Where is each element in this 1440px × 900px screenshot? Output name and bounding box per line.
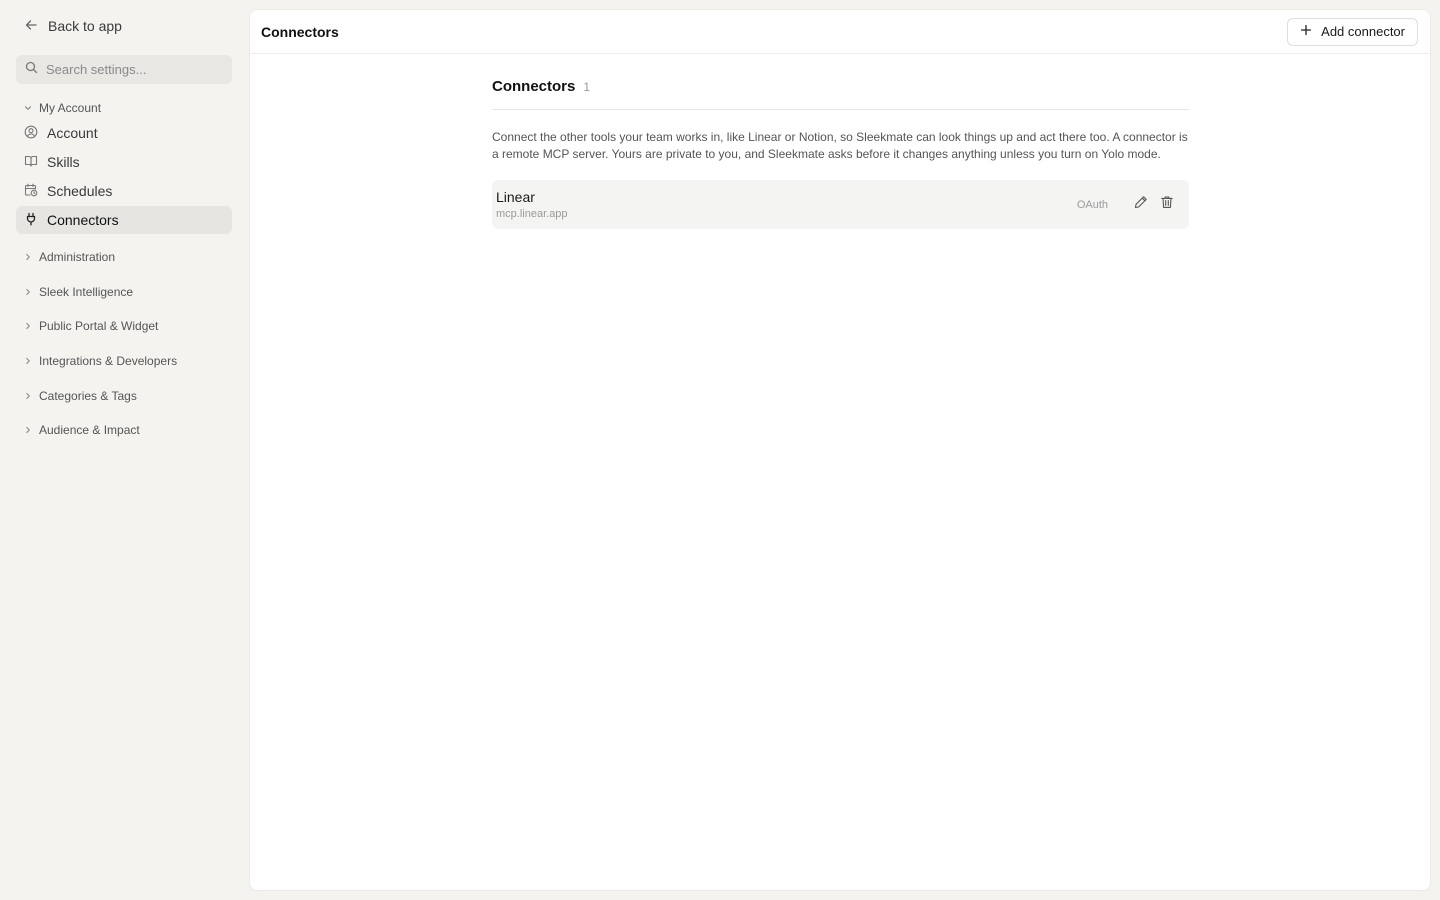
chevron-right-icon xyxy=(24,423,32,437)
top-bar: Connectors Add connector xyxy=(250,10,1430,54)
chevron-right-icon xyxy=(24,285,32,299)
trash-icon xyxy=(1160,195,1174,214)
sidebar-item-label: Connectors xyxy=(47,212,119,228)
section-label: Integrations & Developers xyxy=(39,354,178,369)
chevron-down-icon xyxy=(24,101,32,115)
back-to-app-link[interactable]: Back to app xyxy=(24,16,122,36)
section-administration[interactable]: Administration xyxy=(16,240,232,275)
chevron-right-icon xyxy=(24,250,32,264)
section-title: Connectors xyxy=(492,78,576,95)
section-header: Connectors 1 xyxy=(492,78,1189,110)
book-icon xyxy=(24,154,38,171)
arrow-left-icon xyxy=(24,18,38,35)
settings-sidebar: Back to app My Account xyxy=(0,0,248,900)
section-audience-impact[interactable]: Audience & Impact xyxy=(16,413,232,448)
sidebar-item-label: Schedules xyxy=(47,183,113,199)
section-sleek-intelligence[interactable]: Sleek Intelligence xyxy=(16,275,232,310)
section-my-account[interactable]: My Account xyxy=(16,96,232,119)
settings-nav: My Account Account Skills Schedules Conn… xyxy=(16,96,232,448)
sidebar-item-account[interactable]: Account xyxy=(16,119,232,147)
connector-info: Linear mcp.linear.app xyxy=(496,189,568,221)
plug-icon xyxy=(24,212,38,229)
section-categories-tags[interactable]: Categories & Tags xyxy=(16,378,232,413)
sidebar-item-schedules[interactable]: Schedules xyxy=(16,177,232,205)
section-public-portal-widget[interactable]: Public Portal & Widget xyxy=(16,309,232,344)
add-connector-button[interactable]: Add connector xyxy=(1287,17,1418,46)
chevron-right-icon xyxy=(24,389,32,403)
section-label: My Account xyxy=(39,100,102,115)
main-panel: Connectors Add connector Connectors 1 Co… xyxy=(249,9,1431,891)
section-integrations-developers[interactable]: Integrations & Developers xyxy=(16,344,232,379)
connector-name: Linear xyxy=(496,188,535,205)
connectors-section: Connectors 1 Connect the other tools you… xyxy=(492,78,1189,229)
search-input[interactable] xyxy=(46,62,223,77)
delete-connector-button[interactable] xyxy=(1159,195,1175,214)
plus-icon xyxy=(1300,24,1312,39)
sidebar-item-connectors[interactable]: Connectors xyxy=(16,206,232,234)
connector-count: 1 xyxy=(583,80,591,94)
settings-search[interactable] xyxy=(16,55,232,84)
sidebar-item-label: Account xyxy=(47,125,98,141)
page-title: Connectors xyxy=(261,23,339,40)
section-label: Administration xyxy=(39,250,116,265)
add-connector-label: Add connector xyxy=(1321,24,1405,39)
collapsed-sections: Administration Sleek Intelligence Public… xyxy=(16,240,232,448)
section-description: Connect the other tools your team works … xyxy=(492,130,1188,161)
sidebar-item-label: Skills xyxy=(47,154,80,170)
back-to-app-label: Back to app xyxy=(48,18,122,34)
chevron-right-icon xyxy=(24,319,32,333)
connector-item[interactable]: Linear mcp.linear.app OAuth xyxy=(492,180,1189,229)
calendar-clock-icon xyxy=(24,183,38,200)
connector-url: mcp.linear.app xyxy=(496,207,568,220)
section-label: Sleek Intelligence xyxy=(39,284,134,299)
edit-connector-button[interactable] xyxy=(1133,195,1149,214)
section-label: Audience & Impact xyxy=(39,423,140,438)
section-label: Categories & Tags xyxy=(39,388,137,403)
settings-app: Back to app My Account xyxy=(0,0,1440,900)
chevron-right-icon xyxy=(24,354,32,368)
search-icon xyxy=(25,61,38,79)
section-label: Public Portal & Widget xyxy=(39,319,159,334)
connector-actions: OAuth xyxy=(1076,195,1175,214)
sidebar-item-skills[interactable]: Skills xyxy=(16,148,232,176)
user-circle-icon xyxy=(24,125,38,142)
pencil-icon xyxy=(1134,195,1148,214)
auth-type-badge: OAuth xyxy=(1076,198,1108,211)
